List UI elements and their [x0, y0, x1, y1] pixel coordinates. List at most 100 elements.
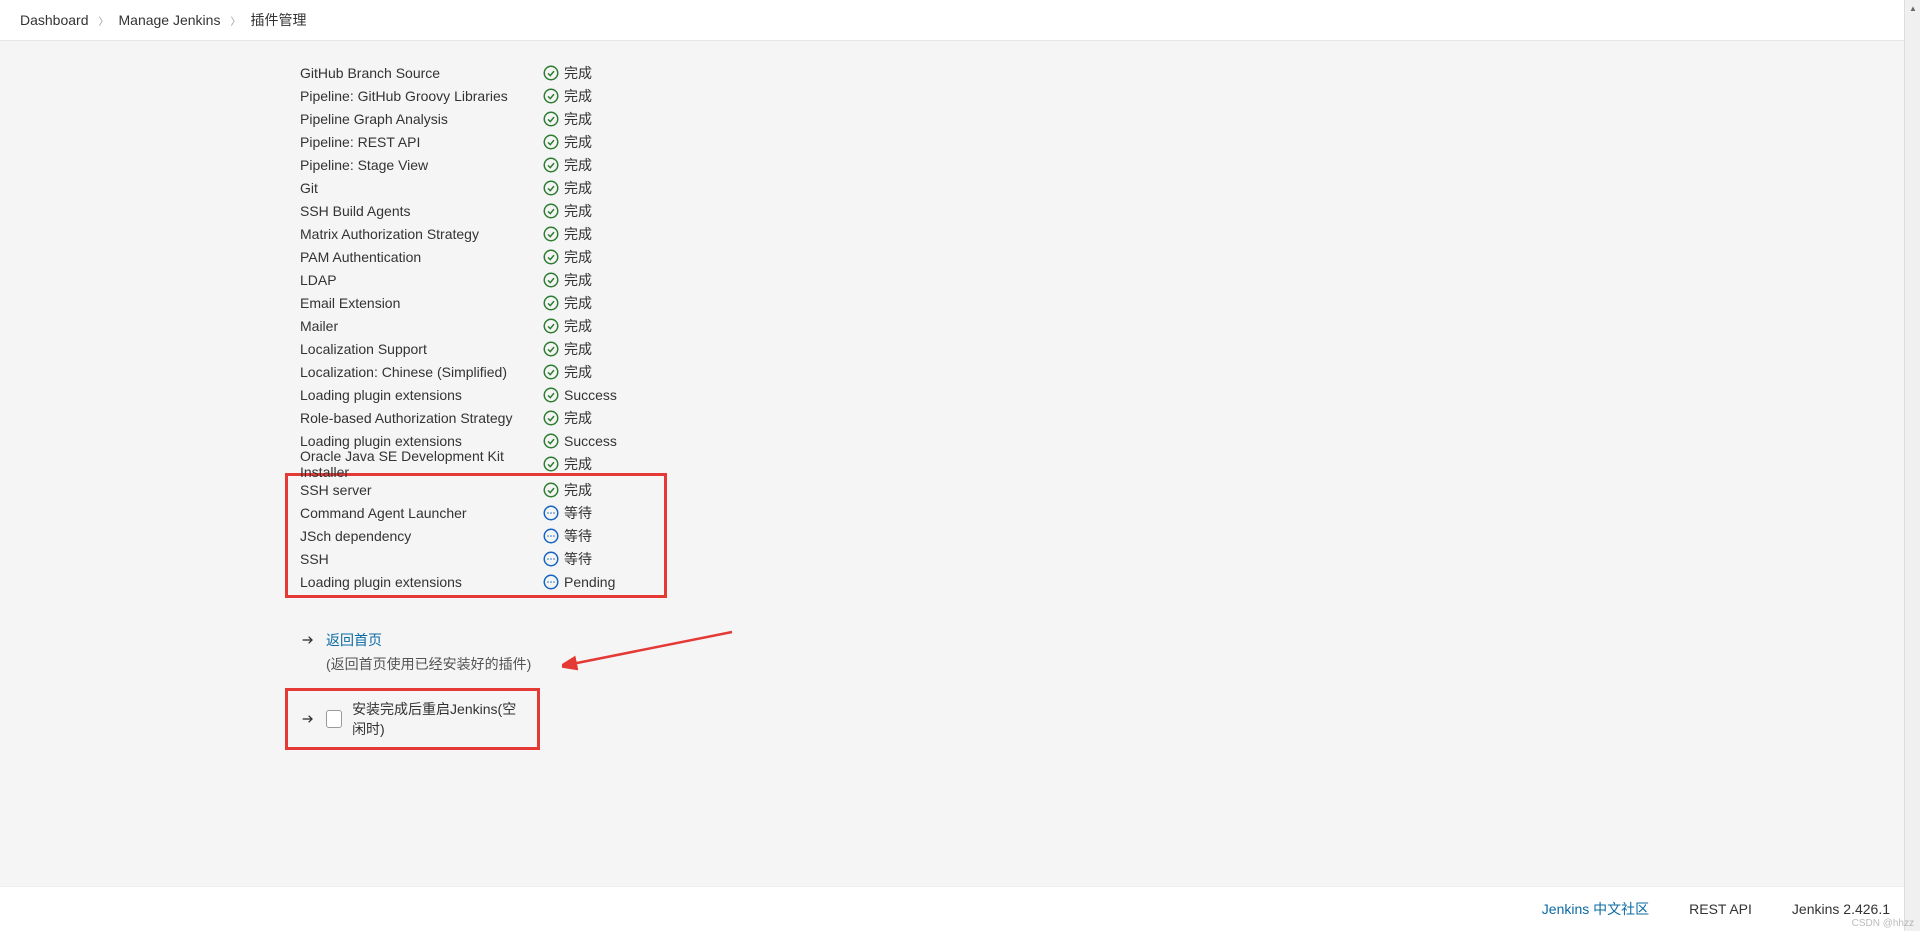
- plugin-name: Loading plugin extensions: [300, 574, 542, 590]
- plugin-status: 完成: [564, 270, 592, 290]
- success-icon: [542, 432, 560, 450]
- plugin-name: SSH Build Agents: [300, 203, 542, 219]
- plugin-status: 等待: [564, 526, 592, 546]
- success-icon: [542, 386, 560, 404]
- scrollbar[interactable]: ▲: [1904, 0, 1920, 931]
- plugin-status: 完成: [564, 247, 592, 267]
- plugin-status: 完成: [564, 293, 592, 313]
- footer-community-link[interactable]: Jenkins 中文社区: [1542, 899, 1649, 919]
- plugin-row: GitHub Branch Source 完成: [300, 61, 1920, 84]
- pending-icon: [542, 527, 560, 545]
- chevron-right-icon: 〉: [99, 13, 109, 28]
- return-home-link[interactable]: 返回首页: [326, 630, 382, 650]
- plugin-status: Success: [564, 433, 617, 449]
- scroll-up-icon[interactable]: ▲: [1905, 0, 1920, 16]
- success-icon: [542, 202, 560, 220]
- plugin-status: Success: [564, 387, 617, 403]
- plugin-row: SSH server 完成: [300, 478, 652, 501]
- success-icon: [542, 225, 560, 243]
- success-icon: [542, 271, 560, 289]
- plugin-name: Pipeline Graph Analysis: [300, 111, 542, 127]
- plugin-name: SSH server: [300, 482, 542, 498]
- success-icon: [542, 340, 560, 358]
- return-home-row: 返回首页: [300, 630, 1920, 650]
- plugin-name: Command Agent Launcher: [300, 505, 542, 521]
- plugin-name: JSch dependency: [300, 528, 542, 544]
- watermark: CSDN @hhzz: [1852, 918, 1914, 929]
- plugin-row: SSH等待: [300, 547, 652, 570]
- plugin-status: 完成: [564, 63, 592, 83]
- plugin-row: Git完成: [300, 176, 1920, 199]
- plugin-row: Email Extension 完成: [300, 291, 1920, 314]
- success-icon: [542, 248, 560, 266]
- plugin-name: Pipeline: Stage View: [300, 157, 542, 173]
- success-icon: [542, 87, 560, 105]
- success-icon: [542, 294, 560, 312]
- breadcrumb: Dashboard 〉 Manage Jenkins 〉 插件管理: [0, 0, 1920, 41]
- plugin-name: Localization: Chinese (Simplified): [300, 364, 542, 380]
- success-icon: [542, 363, 560, 381]
- footer-rest-api[interactable]: REST API: [1689, 901, 1752, 917]
- plugin-status: 完成: [564, 109, 592, 129]
- plugin-status: 完成: [564, 408, 592, 428]
- plugin-status: 完成: [564, 224, 592, 244]
- success-icon: [542, 481, 560, 499]
- plugin-name: GitHub Branch Source: [300, 65, 542, 81]
- plugin-row: Pipeline Graph Analysis 完成: [300, 107, 1920, 130]
- success-icon: [542, 409, 560, 427]
- plugin-row: Loading plugin extensions Success: [300, 383, 1920, 406]
- plugin-row: Mailer完成: [300, 314, 1920, 337]
- success-icon: [542, 455, 560, 473]
- plugin-name: Mailer: [300, 318, 542, 334]
- highlighted-plugins: SSH server 完成 Command Agent Launcher 等待 JSch…: [285, 473, 667, 598]
- success-icon: [542, 64, 560, 82]
- plugin-status: 完成: [564, 454, 592, 474]
- breadcrumb-dashboard[interactable]: Dashboard: [20, 12, 89, 28]
- plugin-row: PAM Authentication 完成: [300, 245, 1920, 268]
- plugin-row: Pipeline: Stage View 完成: [300, 153, 1920, 176]
- plugin-name: Oracle Java SE Development Kit Installer: [300, 448, 542, 480]
- plugin-name: Loading plugin extensions: [300, 433, 542, 449]
- plugin-row: SSH Build Agents 完成: [300, 199, 1920, 222]
- success-icon: [542, 179, 560, 197]
- restart-after-install-row: 安装完成后重启Jenkins(空闲时): [285, 688, 540, 750]
- plugin-status: 完成: [564, 201, 592, 221]
- plugin-status: 完成: [564, 132, 592, 152]
- plugin-row: Pipeline: GitHub Groovy Libraries 完成: [300, 84, 1920, 107]
- plugin-name: Pipeline: REST API: [300, 134, 542, 150]
- plugin-row: Loading plugin extensions Success: [300, 429, 1920, 452]
- plugin-row: Oracle Java SE Development Kit Installer…: [300, 452, 1920, 475]
- success-icon: [542, 317, 560, 335]
- plugin-row: Matrix Authorization Strategy 完成: [300, 222, 1920, 245]
- restart-checkbox[interactable]: [326, 710, 342, 728]
- arrow-right-icon: [300, 711, 316, 727]
- plugin-name: Pipeline: GitHub Groovy Libraries: [300, 88, 542, 104]
- plugin-status: 等待: [564, 503, 592, 523]
- plugin-name: Loading plugin extensions: [300, 387, 542, 403]
- plugin-name: LDAP: [300, 272, 542, 288]
- plugin-name: SSH: [300, 551, 542, 567]
- success-icon: [542, 156, 560, 174]
- plugin-status: 完成: [564, 86, 592, 106]
- plugin-status: 完成: [564, 362, 592, 382]
- breadcrumb-manage-jenkins[interactable]: Manage Jenkins: [119, 12, 221, 28]
- plugin-name: Email Extension: [300, 295, 542, 311]
- plugin-status: 完成: [564, 480, 592, 500]
- success-icon: [542, 133, 560, 151]
- restart-label: 安装完成后重启Jenkins(空闲时): [352, 699, 525, 739]
- arrow-right-icon: [300, 632, 316, 648]
- breadcrumb-plugin-manager[interactable]: 插件管理: [250, 10, 306, 30]
- footer-version: Jenkins 2.426.1: [1792, 901, 1890, 917]
- plugin-status: 完成: [564, 178, 592, 198]
- pending-icon: [542, 504, 560, 522]
- plugin-status: 完成: [564, 339, 592, 359]
- plugin-name: Role-based Authorization Strategy: [300, 410, 542, 426]
- plugin-status: 完成: [564, 155, 592, 175]
- plugin-name: Matrix Authorization Strategy: [300, 226, 542, 242]
- plugin-row: Pipeline: REST API 完成: [300, 130, 1920, 153]
- plugin-name: PAM Authentication: [300, 249, 542, 265]
- pending-icon: [542, 550, 560, 568]
- plugin-row: LDAP 完成: [300, 268, 1920, 291]
- plugin-name: Localization Support: [300, 341, 542, 357]
- chevron-right-icon: 〉: [230, 13, 240, 28]
